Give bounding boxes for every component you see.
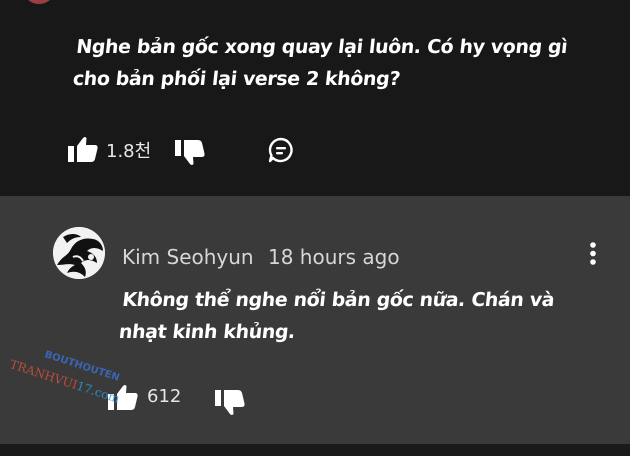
top-comment-line-1: Nghe bản gốc xong quay lại luôn. Có hy v… xyxy=(75,36,569,58)
reply-line-2: nhạt kinh khủng. xyxy=(117,321,297,343)
like-button[interactable] xyxy=(68,136,98,162)
reply-dislike-button[interactable] xyxy=(215,390,245,416)
reply-author[interactable]: Kim Seohyun xyxy=(122,245,254,269)
dislike-button[interactable] xyxy=(175,140,205,166)
top-comment-line-2: cho bản phối lại verse 2 không? xyxy=(71,68,402,90)
reply-text: Không thể nghe nổi bản gốc nữa. Chán và … xyxy=(117,284,604,348)
avatar-image xyxy=(53,227,105,279)
top-avatar[interactable] xyxy=(22,0,56,4)
reply-like-count: 612 xyxy=(147,386,182,407)
more-options-button[interactable] xyxy=(584,240,602,268)
reply-meta: Kim Seohyun 18 hours ago xyxy=(122,245,400,269)
top-comment-text: Nghe bản gốc xong quay lại luôn. Có hy v… xyxy=(71,31,598,95)
reply-line-1: Không thể nghe nổi bản gốc nữa. Chán và xyxy=(121,289,556,311)
thumbs-up-icon xyxy=(68,137,98,162)
top-comment: Nghe bản gốc xong quay lại luôn. Có hy v… xyxy=(0,0,630,196)
more-vertical-icon xyxy=(590,242,596,265)
top-like-count: 1.8천 xyxy=(106,141,152,162)
reply-avatar[interactable] xyxy=(53,227,105,279)
watermark-domain: .com xyxy=(89,383,122,406)
thumbs-down-icon xyxy=(175,140,205,165)
comment-bubble-icon xyxy=(268,137,293,163)
reply-button[interactable] xyxy=(267,136,295,164)
reply-time[interactable]: 18 hours ago xyxy=(268,245,400,269)
thumbs-down-icon xyxy=(215,390,245,415)
